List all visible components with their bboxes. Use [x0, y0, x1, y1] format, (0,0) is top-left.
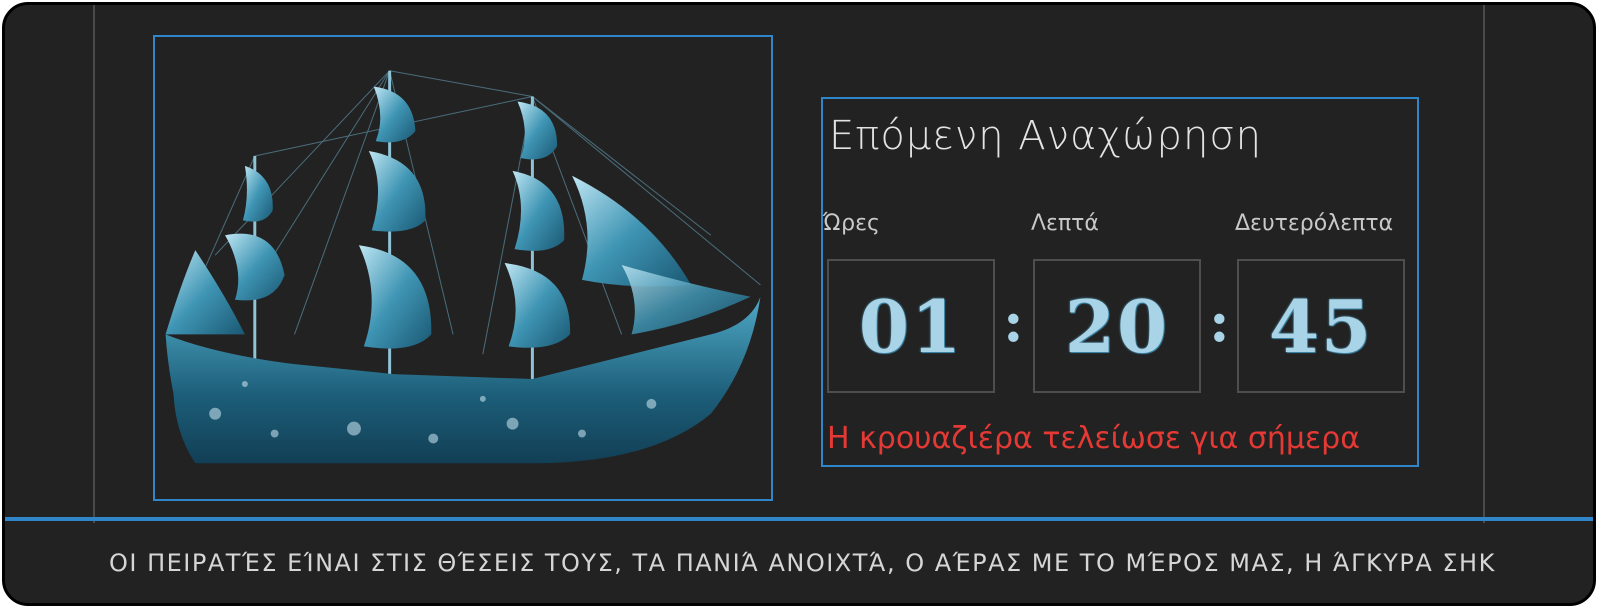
time-separator: : [1003, 289, 1024, 355]
pirate-ship-icon [165, 70, 761, 464]
countdown-panel: Επόμενη Αναχώρηση Ώρες Λεπτά Δευτερόλεπτ… [821, 97, 1419, 467]
time-separator: : [1209, 289, 1230, 355]
news-ticker: ΟΙ ΠΕΙΡΑΤΈΣ ΕΊΝΑΙ ΣΤΙΣ ΘΈΣΕΙΣ ΤΟΥΣ, ΤΑ Π… [5, 521, 1593, 603]
hours-label: Ώρες [823, 211, 880, 236]
minutes-value: 20 [1064, 283, 1170, 369]
countdown-title: Επόμενη Αναχώρηση [829, 113, 1262, 159]
app-frame: Επόμενη Αναχώρηση Ώρες Λεπτά Δευτερόλεπτ… [2, 2, 1596, 606]
ship-image-panel [153, 35, 773, 501]
left-divider [93, 5, 95, 523]
minutes-label: Λεπτά [1031, 211, 1099, 236]
hours-box: 01 [827, 259, 995, 393]
seconds-value: 45 [1268, 283, 1374, 369]
cruise-status: Η κρουαζιέρα τελείωσε για σήμερα [827, 421, 1360, 456]
seconds-box: 45 [1237, 259, 1405, 393]
right-divider [1483, 5, 1485, 523]
ticker-text: ΟΙ ΠΕΙΡΑΤΈΣ ΕΊΝΑΙ ΣΤΙΣ ΘΈΣΕΙΣ ΤΟΥΣ, ΤΑ Π… [109, 549, 1496, 577]
seconds-label: Δευτερόλεπτα [1235, 211, 1394, 236]
minutes-box: 20 [1033, 259, 1201, 393]
hours-value: 01 [858, 283, 964, 369]
